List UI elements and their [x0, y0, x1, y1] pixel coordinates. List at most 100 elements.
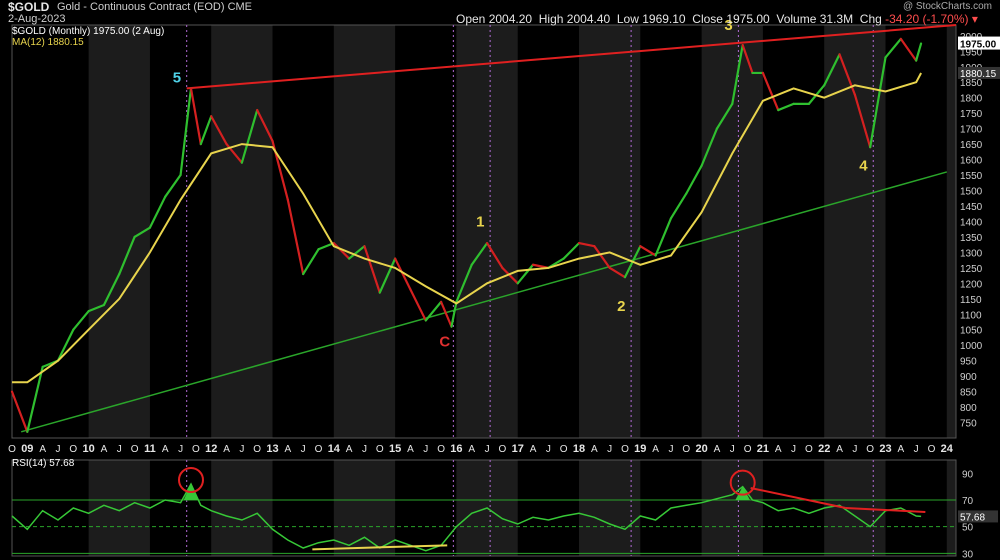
x-tick-label: A	[407, 444, 414, 455]
x-tick-label: O	[682, 444, 690, 455]
price-segment	[286, 198, 305, 276]
price-segment	[302, 248, 320, 276]
y-tick-label: 1400	[960, 217, 983, 228]
x-tick-label: A	[714, 444, 721, 455]
y-tick-label: 1450	[960, 202, 983, 213]
price-segment	[394, 257, 412, 291]
x-tick-label: A	[652, 444, 659, 455]
x-tick-label: 18	[573, 443, 585, 455]
price-segment	[562, 242, 581, 260]
y-tick-label: 850	[960, 388, 977, 399]
x-tick-label: O	[744, 444, 752, 455]
x-tick-label: 21	[757, 443, 769, 455]
x-tick-label: 20	[695, 443, 707, 455]
rsi-tick-label: 30	[962, 549, 974, 560]
x-tick-label: A	[101, 444, 108, 455]
volume-value: 31.3M	[819, 12, 854, 26]
y-tick-label: 1100	[960, 310, 982, 321]
y-tick-label: 900	[960, 372, 977, 383]
y-tick-label: 750	[960, 419, 977, 430]
x-tick-label: O	[8, 444, 16, 455]
low-value: 1969.10	[642, 12, 686, 26]
year-band-2022	[824, 25, 886, 438]
open-value: 2004.20	[488, 12, 533, 26]
y-tick-label: 950	[960, 357, 977, 368]
wave-label-4: 4	[859, 157, 868, 174]
year-band-2016	[456, 25, 518, 438]
y-tick-label: 1150	[960, 295, 982, 306]
contract-name: Gold - Continuous Contract (EOD) CME	[57, 1, 252, 13]
legend-price: $GOLD (Monthly) 1975.00 (2 Aug)	[12, 26, 165, 37]
legend-ma: MA(12) 1880.15	[12, 37, 84, 48]
chart-date: 2-Aug-2023	[8, 13, 66, 25]
x-tick-label: J	[914, 444, 919, 455]
year-band-2024	[946, 25, 956, 438]
x-tick-label: A	[39, 444, 46, 455]
x-tick-label: J	[730, 444, 735, 455]
x-tick-label: O	[253, 444, 261, 455]
x-tick-label: 17	[512, 443, 524, 455]
x-tick-label: O	[928, 444, 936, 455]
price-segment	[164, 173, 182, 198]
y-tick-label: 1550	[960, 171, 983, 182]
wave-label-C: C	[439, 334, 450, 351]
rsi-year-band-2012	[211, 460, 273, 556]
rsi-year-band-2014	[333, 460, 396, 556]
x-tick-label: J	[301, 444, 306, 455]
price-segment	[199, 115, 213, 146]
stockcharts-brand[interactable]: @ StockCharts.com	[903, 1, 992, 12]
x-tick-label: J	[668, 444, 673, 455]
contract-title: Gold - Continuous Contract (EOD)	[57, 1, 225, 13]
x-tick-label: A	[285, 444, 292, 455]
ohlc-readout: Open 2004.20 High 2004.40 Low 1969.10 Cl…	[456, 12, 978, 26]
y-tick-label: 1250	[960, 264, 983, 275]
rsi-year-band-2024	[946, 460, 956, 556]
close-value: 1975.00	[726, 12, 770, 26]
x-tick-label: O	[866, 444, 874, 455]
x-tick-label: J	[362, 444, 367, 455]
low-label: Low	[616, 12, 639, 26]
x-tick-label: O	[621, 444, 629, 455]
wave-label-1: 1	[476, 213, 484, 230]
y-tick-label: 1050	[960, 326, 983, 337]
rsi-tick-label: 50	[962, 523, 974, 534]
x-tick-label: 19	[634, 443, 646, 455]
rsi-year-band-2020	[701, 460, 763, 556]
x-tick-label: J	[607, 444, 612, 455]
x-tick-label: A	[530, 444, 537, 455]
price-segment	[761, 71, 780, 112]
year-band-2014	[333, 25, 396, 438]
last-price-value: 1975.00	[960, 40, 997, 51]
y-tick-label: 1000	[960, 341, 983, 352]
close-label: Close	[692, 12, 723, 26]
x-tick-label: J	[117, 444, 122, 455]
price-segment	[669, 192, 688, 220]
price-segment	[148, 195, 167, 229]
x-tick-label: J	[178, 444, 183, 455]
x-tick-label: 10	[82, 443, 94, 455]
wave-label-2: 2	[617, 298, 625, 315]
y-tick-label: 1700	[960, 125, 983, 136]
x-tick-label: 22	[818, 443, 830, 455]
x-tick-label: 09	[21, 443, 33, 455]
price-segment	[72, 310, 90, 331]
price-segment	[450, 300, 458, 328]
chg-label: Chg	[859, 12, 882, 26]
x-tick-label: O	[560, 444, 568, 455]
open-label: Open	[456, 12, 486, 26]
x-tick-label: O	[131, 444, 139, 455]
gold-monthly-chart: 7508008509009501000105011001150120012501…	[8, 17, 1000, 560]
x-tick-label: A	[897, 444, 904, 455]
down-arrow-icon: ▾	[971, 12, 978, 26]
price-segment	[884, 37, 902, 59]
y-tick-label: 1300	[960, 248, 983, 259]
y-tick-label: 1350	[960, 233, 983, 244]
x-tick-label: A	[162, 444, 169, 455]
x-tick-label: J	[485, 444, 490, 455]
x-tick-label: 16	[450, 443, 462, 455]
x-tick-label: J	[55, 444, 60, 455]
rsi-tick-label: 70	[962, 496, 974, 507]
high-value: 2004.40	[566, 12, 611, 26]
x-tick-label: O	[498, 444, 506, 455]
chart-root: 750 800 850 900 950 1000 1050 1100 1150 1200 1250 1…	[0, 0, 1000, 560]
